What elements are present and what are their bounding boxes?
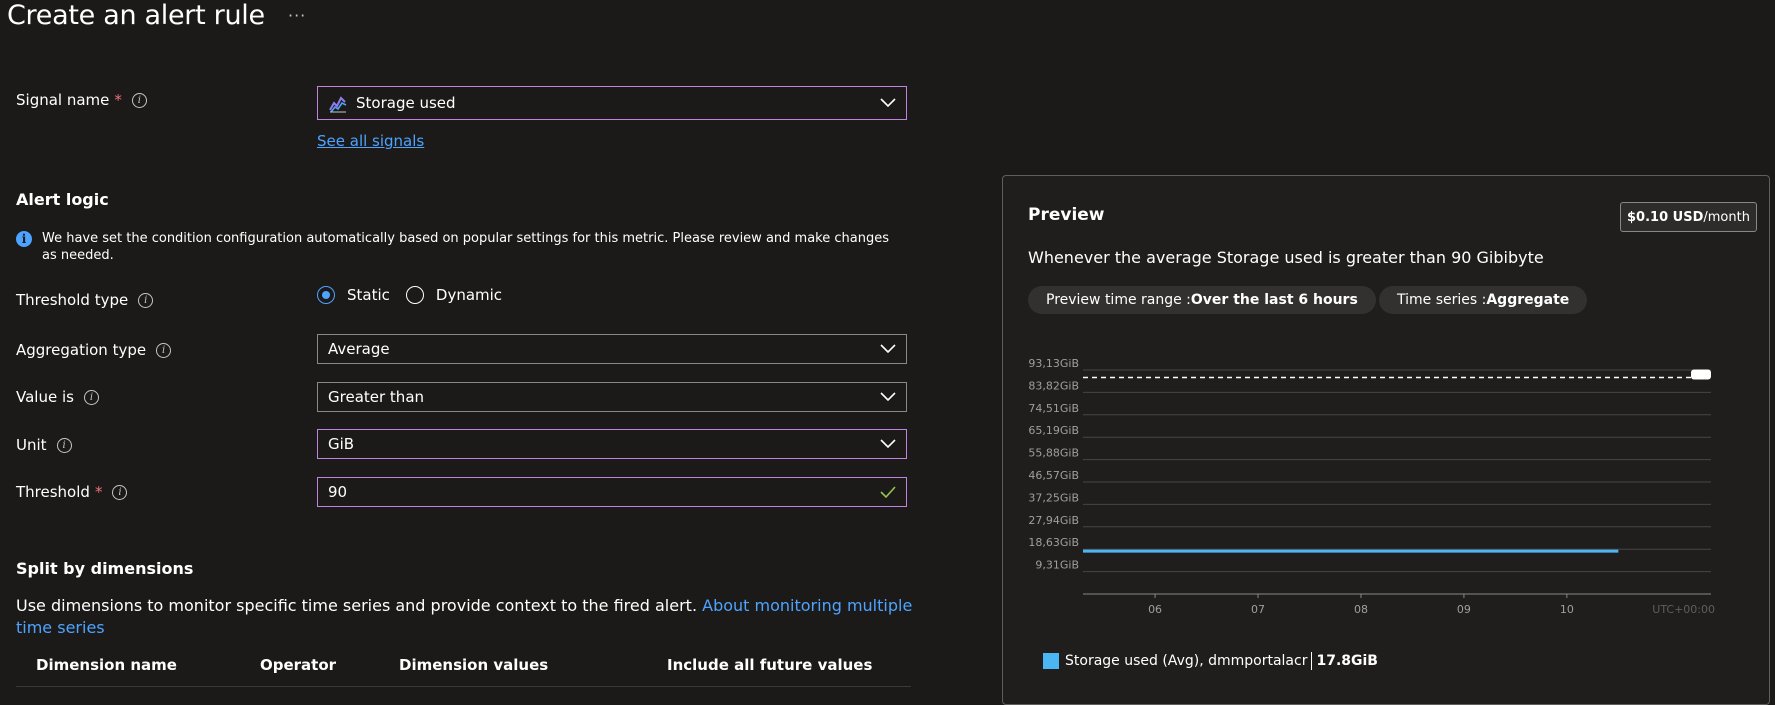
x-tick-label: 07 — [1251, 603, 1265, 616]
aggregation-type-dropdown[interactable]: Average — [317, 334, 907, 364]
value-is-label: Value is i — [16, 388, 99, 406]
signal-name-text: Signal name — [16, 91, 110, 109]
x-tick-label: 09 — [1457, 603, 1471, 616]
y-tick-label: 18,63GiB — [1028, 536, 1079, 549]
threshold-value: 90 — [328, 483, 348, 501]
x-tick-label: 06 — [1148, 603, 1162, 616]
info-banner-text: We have set the condition configuration … — [42, 231, 889, 263]
alert-logic-heading: Alert logic — [16, 190, 109, 209]
threshold-text: Threshold — [16, 483, 90, 501]
metric-chart-icon — [329, 96, 347, 113]
cost-unit: /month — [1703, 209, 1750, 225]
chevron-down-icon — [880, 439, 896, 449]
threshold-input[interactable]: 90 — [317, 477, 907, 507]
legend-series-name: Storage used (Avg), dmmportalacr — [1065, 653, 1308, 669]
y-tick-label: 27,94GiB — [1028, 514, 1079, 527]
time-series-value: Aggregate — [1486, 292, 1570, 308]
info-icon[interactable]: i — [112, 484, 128, 500]
timezone-label: UTC+00:00 — [1652, 603, 1715, 616]
unit-text: Unit — [16, 436, 47, 454]
radio-dynamic[interactable] — [405, 286, 424, 304]
operator-value: Greater than — [328, 388, 425, 406]
signal-name-value: Storage used — [356, 94, 456, 112]
legend-series-value: 17.8GiB — [1316, 653, 1378, 669]
y-tick-label: 37,25GiB — [1028, 491, 1079, 504]
radio-static-label[interactable]: Static — [347, 286, 390, 304]
x-tick-label: 10 — [1560, 603, 1574, 616]
chevron-down-icon — [880, 344, 896, 354]
required-mark: * — [114, 91, 122, 109]
threshold-type-label: Threshold type i — [16, 291, 154, 309]
more-options-button[interactable]: ··· — [288, 6, 306, 25]
column-header-dimension-values: Dimension values — [399, 656, 549, 674]
radio-dynamic-label[interactable]: Dynamic — [436, 286, 502, 304]
aggregation-type-text: Aggregation type — [16, 341, 147, 359]
operator-dropdown[interactable]: Greater than — [317, 382, 907, 412]
threshold-type-radio-group: Static Dynamic — [317, 286, 502, 304]
info-icon[interactable]: i — [156, 342, 172, 358]
cost-value: $0.10 USD — [1627, 209, 1704, 225]
time-series-label: Time series : — [1397, 292, 1487, 308]
info-filled-icon: i — [16, 231, 32, 247]
threshold-handle — [1691, 369, 1711, 380]
radio-static[interactable] — [317, 286, 335, 304]
y-tick-label: 9,31GiB — [1035, 559, 1079, 572]
required-mark: * — [94, 483, 103, 501]
signal-name-dropdown[interactable]: Storage used — [317, 86, 907, 120]
preview-panel: Preview $0.10 USD/month Whenever the ave… — [1002, 175, 1770, 705]
y-tick-label: 55,88GiB — [1028, 447, 1079, 460]
column-header-include-future-values: Include all future values — [667, 656, 873, 674]
preview-time-range-button[interactable]: Preview time range : Over the last 6 hou… — [1028, 286, 1376, 314]
split-dimensions-heading: Split by dimensions — [16, 559, 194, 578]
see-all-signals-link[interactable]: See all signals — [317, 132, 424, 150]
time-range-label: Preview time range : — [1046, 292, 1191, 308]
y-tick-label: 46,57GiB — [1028, 469, 1079, 482]
chevron-down-icon — [880, 392, 896, 402]
value-is-text: Value is — [16, 388, 74, 406]
unit-value: GiB — [328, 435, 355, 453]
info-icon[interactable]: i — [131, 92, 147, 108]
y-tick-label: 74,51GiB — [1028, 402, 1079, 415]
signal-name-label: Signal name * i — [16, 91, 147, 109]
cost-badge: $0.10 USD/month — [1620, 202, 1757, 232]
info-icon[interactable]: i — [138, 292, 154, 308]
threshold-label: Threshold * i — [16, 483, 128, 501]
info-banner: i We have set the condition configuratio… — [16, 230, 906, 264]
column-header-dimension-name: Dimension name — [36, 656, 177, 674]
preview-summary: Whenever the average Storage used is gre… — [1028, 248, 1544, 267]
preview-chart: 93,13GiB 83,82GiB 74,51GiB 65,19GiB 55,88GiB… — [1028, 357, 1715, 616]
legend-separator — [1311, 652, 1313, 670]
unit-label: Unit i — [16, 436, 72, 454]
checkmark-icon — [880, 486, 896, 498]
time-range-value: Over the last 6 hours — [1190, 292, 1358, 308]
split-description-text: Use dimensions to monitor specific time … — [16, 596, 698, 615]
chevron-down-icon — [880, 98, 896, 108]
page-title: Create an alert rule — [7, 0, 265, 31]
table-header-divider — [16, 686, 911, 687]
y-tick-label: 93,13GiB — [1028, 357, 1079, 370]
threshold-type-text: Threshold type — [16, 291, 129, 309]
y-tick-label: 83,82GiB — [1028, 379, 1079, 392]
legend-swatch — [1043, 653, 1059, 669]
preview-heading: Preview — [1028, 205, 1105, 225]
info-icon[interactable]: i — [83, 389, 99, 405]
chart-legend: Storage used (Avg), dmmportalacr 17.8GiB — [1043, 652, 1378, 670]
y-tick-label: 65,19GiB — [1028, 424, 1079, 437]
column-header-operator: Operator — [260, 656, 337, 674]
aggregation-type-label: Aggregation type i — [16, 341, 172, 359]
aggregation-type-value: Average — [328, 340, 390, 358]
time-series-button[interactable]: Time series : Aggregate — [1379, 286, 1588, 314]
x-tick-label: 08 — [1354, 603, 1368, 616]
split-dimensions-description: Use dimensions to monitor specific time … — [16, 595, 916, 639]
unit-dropdown[interactable]: GiB — [317, 429, 907, 459]
info-icon[interactable]: i — [56, 437, 72, 453]
